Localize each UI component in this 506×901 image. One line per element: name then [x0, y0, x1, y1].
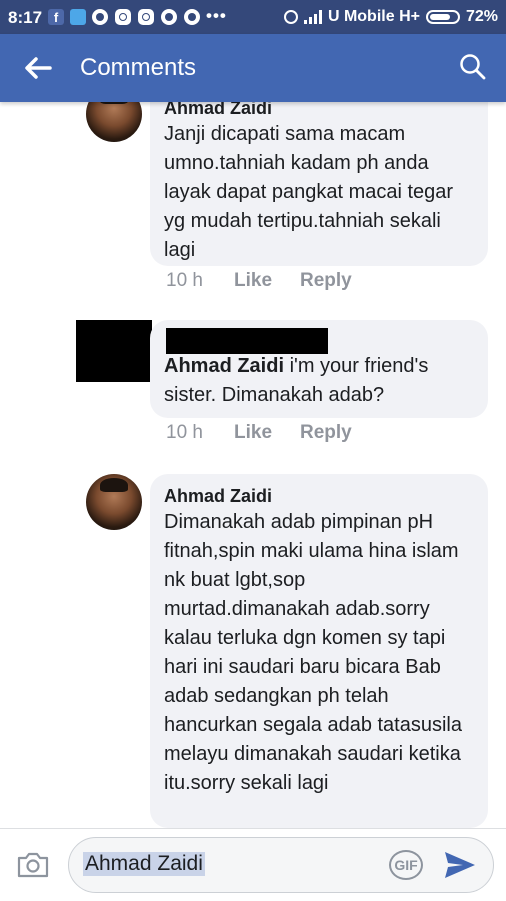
- carrier-label: U Mobile H+: [327, 8, 420, 25]
- search-icon[interactable]: [458, 52, 488, 82]
- comment-meta: 10 h Like Reply: [166, 422, 366, 444]
- comment-meta: 10 h Like Reply: [166, 270, 366, 292]
- mention-link[interactable]: Ahmad Zaidi: [164, 355, 284, 377]
- avatar[interactable]: [86, 474, 142, 530]
- status-bar: 8:17 f ••• U Mobile H+ 72%: [0, 0, 506, 34]
- whatsapp-icon: [92, 9, 108, 25]
- comment-author[interactable]: Ahmad Zaidi: [164, 102, 474, 120]
- status-right-cluster: U Mobile H+ 72%: [283, 8, 498, 26]
- battery-icon: [425, 10, 460, 24]
- reply-button[interactable]: Reply: [300, 270, 366, 292]
- comment-bubble[interactable]: Ahmad Zaidi Janji dicapati sama macam um…: [150, 102, 488, 266]
- send-icon[interactable]: [443, 849, 477, 881]
- more-notifications-indicator: •••: [206, 6, 227, 25]
- battery-level: 72%: [465, 8, 498, 25]
- comment-text: Janji dicapati sama macam umno.tahniah k…: [164, 123, 454, 261]
- comment-list[interactable]: Ahmad Zaidi Janji dicapati sama macam um…: [0, 102, 506, 828]
- comment-text: Dimanakah adab pimpinan pH fitnah,spin m…: [164, 511, 462, 794]
- alarm-icon: [283, 10, 298, 24]
- reply-button[interactable]: Reply: [300, 422, 366, 444]
- instagram-icon: [138, 9, 154, 25]
- facebook-icon: f: [48, 9, 64, 25]
- arrow-left-icon[interactable]: [20, 52, 56, 84]
- signal-icon: [303, 10, 322, 24]
- like-button[interactable]: Like: [234, 422, 300, 444]
- comment-input-value[interactable]: Ahmad Zaidi: [83, 852, 205, 876]
- redacted-avatar: [76, 320, 152, 382]
- comment-bubble[interactable]: Ahmad Zaidi i'm your friend's sister. Di…: [150, 320, 488, 418]
- camera-icon[interactable]: [16, 849, 50, 879]
- redacted-author: [166, 328, 328, 354]
- comment-time: 10 h: [166, 270, 203, 291]
- like-button[interactable]: Like: [234, 270, 300, 292]
- whatsapp-icon: [184, 9, 200, 25]
- comment-composer: Ahmad Zaidi GIF: [0, 828, 506, 901]
- comment-text-wrap: Ahmad Zaidi i'm your friend's sister. Di…: [164, 352, 474, 410]
- comment-author[interactable]: Ahmad Zaidi: [164, 484, 474, 508]
- page-title: Comments: [80, 54, 197, 81]
- instagram-icon: [115, 9, 131, 25]
- twitter-icon: [70, 9, 86, 25]
- whatsapp-icon: [161, 9, 177, 25]
- gif-button[interactable]: GIF: [389, 850, 423, 880]
- comment-input[interactable]: Ahmad Zaidi GIF: [68, 837, 494, 893]
- app-bar: Comments: [0, 34, 506, 102]
- comment-bubble[interactable]: Ahmad Zaidi Dimanakah adab pimpinan pH f…: [150, 474, 488, 828]
- status-time: 8:17: [8, 8, 43, 27]
- comment-time: 10 h: [166, 422, 203, 443]
- avatar[interactable]: [86, 102, 142, 142]
